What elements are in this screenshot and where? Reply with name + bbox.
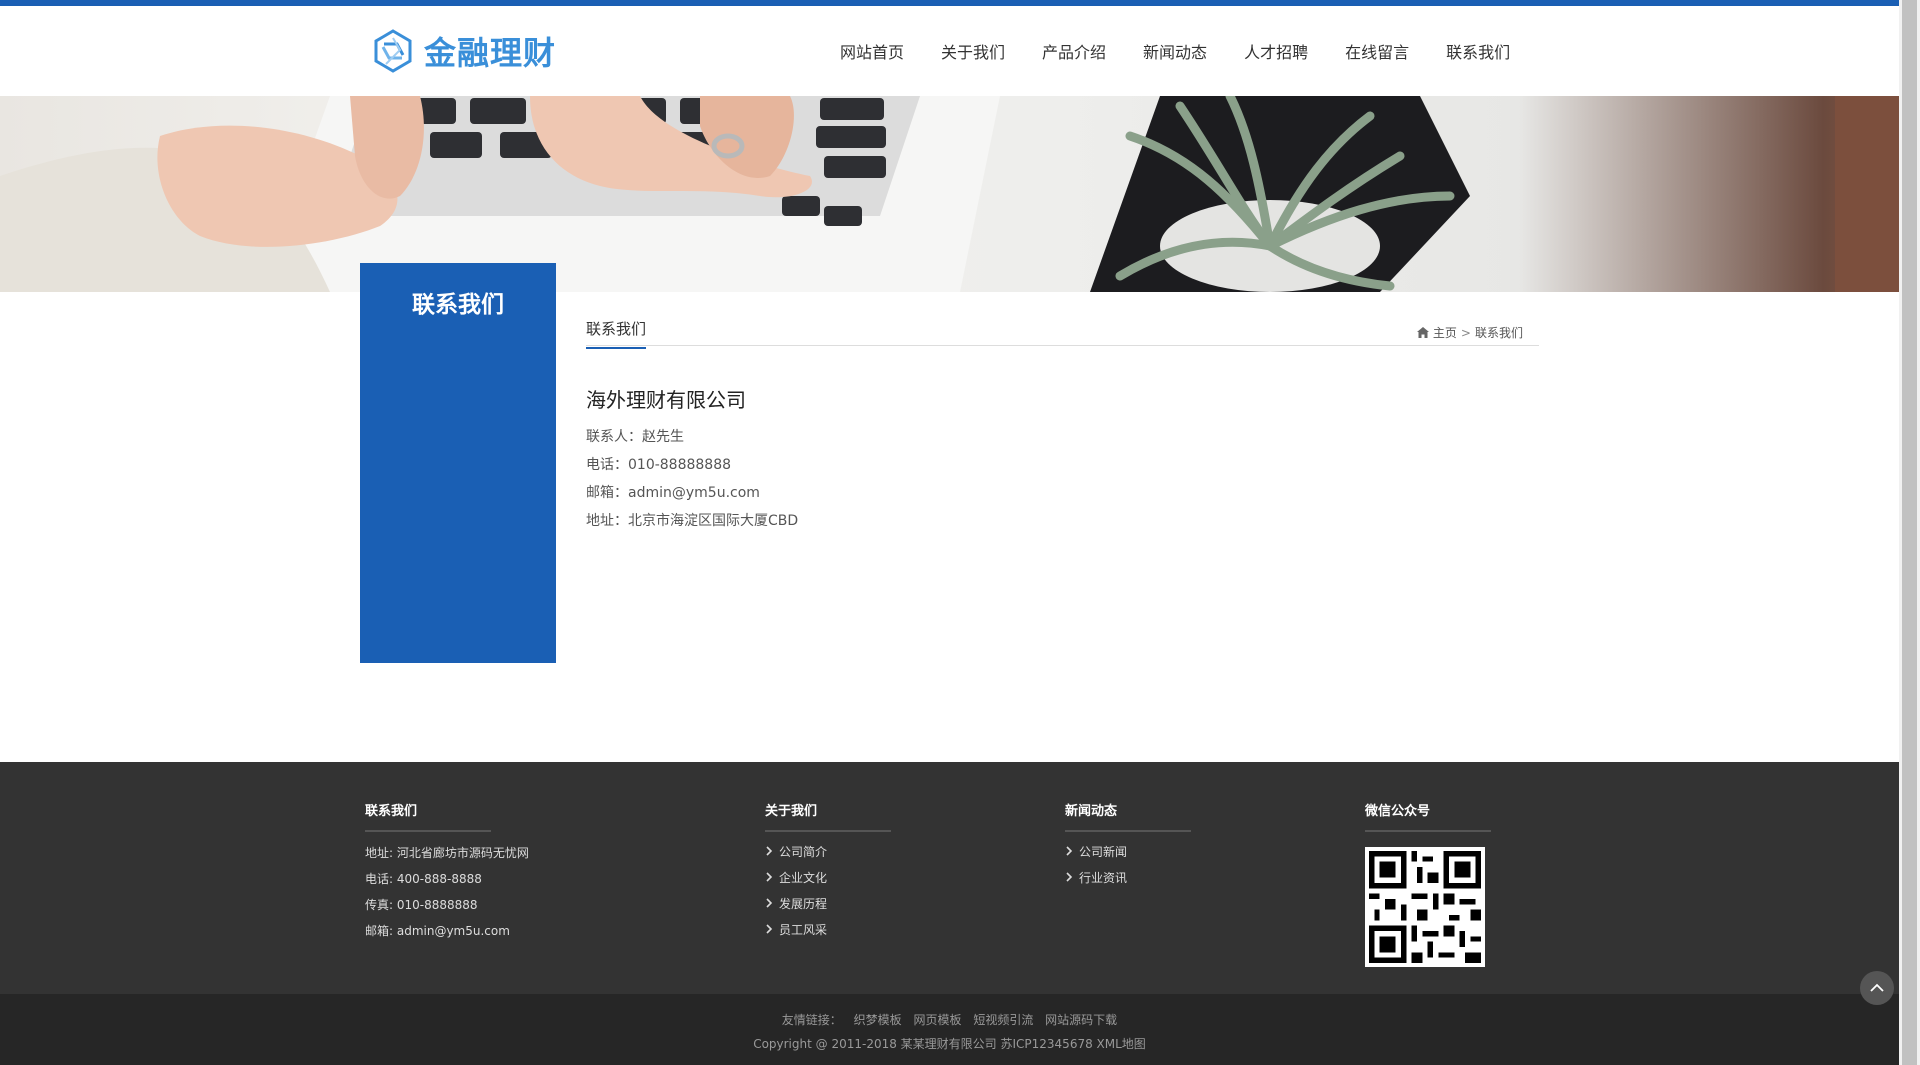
back-to-top-button[interactable] xyxy=(1860,971,1894,1005)
footer-link-industry-news[interactable]: 行业资讯 xyxy=(1065,870,1191,885)
friend-links: 友情链接： 织梦模板 网页模板 短视频引流 网站源码下载 xyxy=(0,1011,1899,1028)
chevron-right-icon xyxy=(766,846,773,856)
footer-link-label: 发展历程 xyxy=(779,896,828,911)
wechat-qr-code xyxy=(1365,847,1485,967)
footer-wechat-title: 微信公众号 xyxy=(1365,800,1491,832)
contact-email: 邮箱：admin@ym5u.com xyxy=(586,485,760,501)
chevron-right-icon xyxy=(766,898,773,908)
footer-link-staff[interactable]: 员工风采 xyxy=(765,922,891,937)
page-banner xyxy=(0,96,1899,292)
content-tab-active[interactable]: 联系我们 xyxy=(586,318,647,349)
footer-contact-column: 联系我们 地址: 河北省廊坊市源码无忧网 电话: 400-888-8888 传真… xyxy=(365,800,529,938)
breadcrumb-home[interactable]: 主页 xyxy=(1433,324,1457,341)
footer-link-label: 公司新闻 xyxy=(1079,844,1128,859)
nav-item-about[interactable]: 关于我们 xyxy=(941,39,1005,63)
contact-person: 联系人：赵先生 xyxy=(586,429,684,445)
footer-link-label: 行业资讯 xyxy=(1079,870,1128,885)
side-panel: 联系我们 xyxy=(360,263,556,663)
nav-item-news[interactable]: 新闻动态 xyxy=(1143,39,1207,63)
nav-item-jobs[interactable]: 人才招聘 xyxy=(1244,39,1308,63)
nav-item-message[interactable]: 在线留言 xyxy=(1345,39,1409,63)
site-logo[interactable]: 金融理财 xyxy=(370,28,556,74)
footer-bottom-bar: 友情链接： 织梦模板 网页模板 短视频引流 网站源码下载 Copyright @… xyxy=(0,994,1899,1065)
logo-text: 金融理财 xyxy=(424,34,557,72)
nav-item-contact[interactable]: 联系我们 xyxy=(1446,39,1510,63)
footer-link-company-news[interactable]: 公司新闻 xyxy=(1065,844,1191,859)
footer-news-title: 新闻动态 xyxy=(1065,800,1191,832)
footer-news-column: 新闻动态 公司新闻 行业资讯 xyxy=(1065,800,1191,885)
footer-link-label: 企业文化 xyxy=(779,870,828,885)
breadcrumb-current[interactable]: 联系我们 xyxy=(1475,324,1523,341)
friend-links-label: 友情链接： xyxy=(781,1013,842,1027)
footer-link-intro[interactable]: 公司简介 xyxy=(765,844,891,859)
chevron-right-icon xyxy=(766,872,773,882)
friend-link[interactable]: 网站源码下载 xyxy=(1045,1013,1117,1027)
qr-code-icon xyxy=(1369,851,1481,963)
footer-about-title: 关于我们 xyxy=(765,800,891,832)
footer-link-label: 公司简介 xyxy=(779,844,828,859)
home-icon xyxy=(1416,327,1429,338)
friend-link[interactable]: 短视频引流 xyxy=(973,1013,1033,1027)
footer-phone: 电话: 400-888-8888 xyxy=(365,872,482,886)
footer-contact-title: 联系我们 xyxy=(365,800,491,832)
page-scrollbar[interactable] xyxy=(1899,0,1920,1065)
friend-link[interactable]: 网页模板 xyxy=(913,1013,961,1027)
footer-address: 地址: 河北省廊坊市源码无忧网 xyxy=(365,846,529,860)
contact-address: 地址：北京市海淀区国际大厦CBD xyxy=(586,513,799,529)
content-header: 联系我们 主页 > 联系我们 xyxy=(586,312,1539,349)
footer-link-culture[interactable]: 企业文化 xyxy=(765,870,891,885)
scrollbar-thumb[interactable] xyxy=(1902,0,1917,1065)
chevron-right-icon xyxy=(766,924,773,934)
chevron-right-icon xyxy=(1066,872,1073,882)
main-nav: 网站首页 关于我们 产品介绍 新闻动态 人才招聘 在线留言 联系我们 xyxy=(840,6,1510,96)
nav-item-products[interactable]: 产品介绍 xyxy=(1042,39,1106,63)
copyright-text: Copyright @ 2011-2018 某某理财有限公司 苏ICP12345… xyxy=(753,1037,1146,1051)
footer-link-history[interactable]: 发展历程 xyxy=(765,896,891,911)
breadcrumb-separator: > xyxy=(1460,325,1471,340)
footer-fax: 传真: 010-8888888 xyxy=(365,898,478,912)
nav-item-home[interactable]: 网站首页 xyxy=(840,39,904,63)
site-header: 金融理财 网站首页 关于我们 产品介绍 新闻动态 人才招聘 在线留言 联系我们 xyxy=(0,6,1899,96)
logo-icon xyxy=(374,29,412,73)
chevron-right-icon xyxy=(1066,846,1073,856)
footer-about-column: 关于我们 公司简介 企业文化 发展历程 员工风采 xyxy=(765,800,891,937)
side-panel-title: 联系我们 xyxy=(412,292,504,318)
company-name: 海外理财有限公司 xyxy=(586,388,746,412)
chevron-up-icon xyxy=(1870,983,1884,992)
friend-link[interactable]: 织梦模板 xyxy=(854,1013,902,1027)
breadcrumb: 主页 > 联系我们 xyxy=(1416,324,1523,341)
site-footer: 联系我们 地址: 河北省廊坊市源码无忧网 电话: 400-888-8888 传真… xyxy=(0,762,1899,994)
contact-phone: 电话：010-88888888 xyxy=(586,457,732,473)
footer-wechat-column: 微信公众号 xyxy=(1365,800,1491,967)
banner-illustration xyxy=(0,96,1899,292)
footer-link-label: 员工风采 xyxy=(779,922,828,937)
footer-email: 邮箱: admin@ym5u.com xyxy=(365,924,510,938)
